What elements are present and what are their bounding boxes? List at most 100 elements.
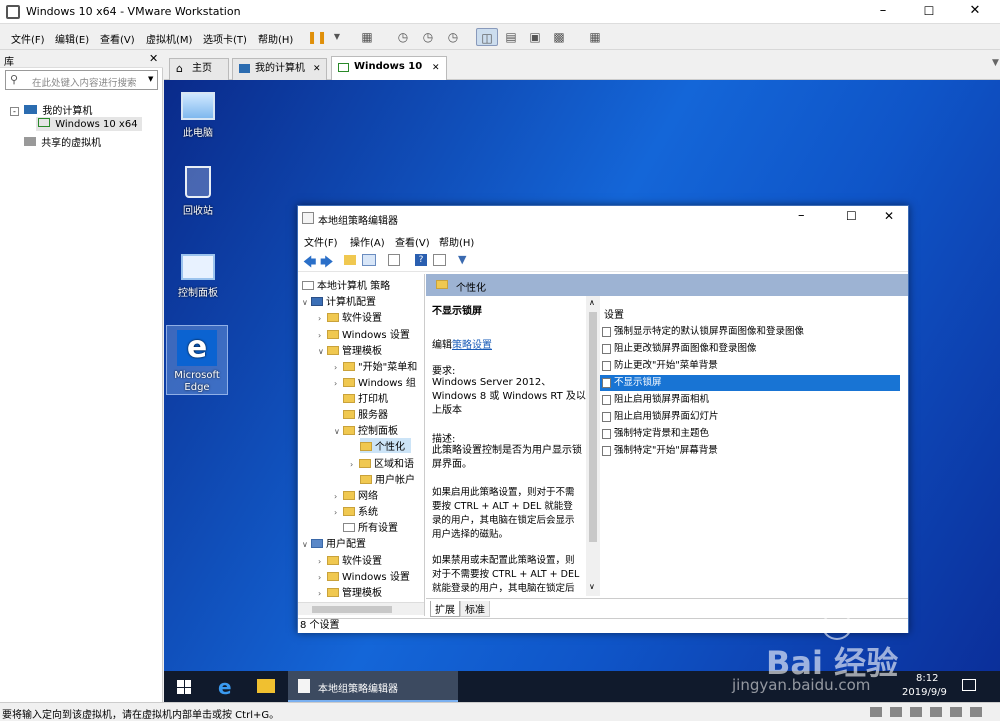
display-icon[interactable]	[950, 707, 962, 717]
tree-region[interactable]: › 区域和语	[350, 455, 414, 470]
forward-icon[interactable]: 🡆	[320, 253, 333, 275]
sound-icon[interactable]	[930, 707, 942, 717]
menu-file[interactable]: 文件(F)	[11, 31, 45, 46]
tree-software-settings[interactable]: › 软件设置	[318, 309, 382, 324]
gpedit-maximize-button[interactable]: ☐	[846, 209, 857, 223]
help-icon[interactable]: ?	[415, 254, 427, 266]
back-icon[interactable]: 🡄	[303, 253, 316, 275]
start-icon[interactable]	[177, 680, 191, 694]
gpedit-menu-action[interactable]: 操作(A)	[350, 234, 385, 249]
tree-my-computer[interactable]: - 我的计算机	[10, 102, 92, 117]
gpedit-minimize-button[interactable]: –	[798, 208, 805, 223]
collapsed-icon[interactable]: ›	[334, 508, 343, 517]
collapsed-icon[interactable]: ›	[318, 331, 327, 340]
chevron-down-icon[interactable]: ▼	[148, 75, 153, 83]
scroll-thumb[interactable]	[312, 606, 392, 613]
collapsed-icon[interactable]: ›	[318, 557, 327, 566]
tab-home[interactable]: ⌂ 主页	[169, 58, 229, 80]
desktop-icon-control-panel[interactable]: 控制面板	[168, 248, 228, 299]
usb-icon[interactable]	[910, 707, 922, 717]
tab-windows10[interactable]: Windows 10 x64 ✕	[331, 56, 447, 92]
setting-row[interactable]: 防止更改"开始"菜单背景	[600, 358, 900, 374]
tree-user-admin[interactable]: › 管理模板	[318, 584, 382, 599]
tree-admin-templates[interactable]: ∨ 管理模板	[318, 342, 382, 357]
pause-icon[interactable]: ❚❚	[306, 28, 328, 46]
expanded-icon[interactable]: ∨	[302, 298, 311, 307]
message-icon[interactable]	[970, 707, 982, 717]
properties-icon[interactable]	[433, 254, 446, 266]
edge-taskbar-icon[interactable]: e	[218, 675, 232, 699]
setting-row-selected[interactable]: 不显示锁屏	[600, 375, 900, 391]
library-close-icon[interactable]: ✕	[149, 52, 158, 65]
minimize-button[interactable]: –	[860, 0, 906, 24]
collapsed-icon[interactable]: ›	[350, 460, 359, 469]
menu-view[interactable]: 查看(V)	[100, 31, 135, 46]
maximize-button[interactable]: ☐	[906, 0, 952, 24]
menu-edit[interactable]: 编辑(E)	[55, 31, 89, 46]
tree-computer-config[interactable]: ∨ 计算机配置	[302, 293, 376, 308]
setting-row[interactable]: 阻止启用锁屏界面相机	[600, 392, 900, 408]
tree-start-menu[interactable]: › "开始"菜单和	[334, 358, 417, 373]
tree-windows-settings[interactable]: › Windows 设置	[318, 326, 410, 341]
setting-row[interactable]: 强制特定背景和主题色	[600, 426, 900, 442]
full-screen-icon[interactable]: ▣	[524, 28, 546, 46]
up-folder-icon[interactable]	[344, 255, 356, 265]
unity-icon[interactable]: ▩	[548, 28, 570, 46]
thumbnail-bar-icon[interactable]: ▤	[500, 28, 522, 46]
collapsed-icon[interactable]: ›	[334, 379, 343, 388]
settings-column-header[interactable]: 设置	[604, 306, 624, 321]
tabs-overflow-icon[interactable]: ▼	[992, 58, 999, 68]
tab-my-computer[interactable]: 我的计算机 ✕	[232, 58, 327, 80]
scroll-up-icon[interactable]: ∧	[589, 298, 595, 307]
export-list-icon[interactable]	[388, 254, 400, 266]
tree-user-software[interactable]: › 软件设置	[318, 552, 382, 567]
network-icon[interactable]	[890, 707, 902, 717]
tab-extended[interactable]: 扩展	[430, 601, 460, 617]
collapse-icon[interactable]: -	[10, 107, 19, 116]
snapshot-icon[interactable]: ◷	[392, 28, 414, 46]
edit-policy-link[interactable]: 策略设置	[452, 340, 492, 351]
tree-user-accounts[interactable]: 用户帐户	[360, 471, 415, 486]
collapsed-icon[interactable]: ›	[318, 314, 327, 323]
setting-row[interactable]: 阻止更改锁屏界面图像和登录图像	[600, 341, 900, 357]
file-explorer-icon[interactable]	[257, 679, 275, 693]
tree-shared-vms[interactable]: 共享的虚拟机	[24, 134, 101, 149]
description-vscrollbar[interactable]: ∧ ∨	[586, 296, 600, 596]
expanded-icon[interactable]: ∨	[302, 540, 311, 549]
gpedit-menu-file[interactable]: 文件(F)	[304, 234, 338, 249]
tree-all-settings[interactable]: 所有设置	[343, 519, 398, 534]
tree-user-windows[interactable]: › Windows 设置	[318, 568, 410, 583]
expanded-icon[interactable]: ∨	[334, 427, 343, 436]
collapsed-icon[interactable]: ›	[318, 589, 327, 598]
gpedit-menu-view[interactable]: 查看(V)	[395, 234, 430, 249]
tree-server[interactable]: 服务器	[343, 406, 388, 421]
tree-printers[interactable]: 打印机	[343, 390, 388, 405]
collapsed-icon[interactable]: ›	[334, 492, 343, 501]
filter-icon[interactable]: ▼	[458, 253, 466, 266]
tab-close-icon[interactable]: ✕	[313, 59, 321, 79]
menu-tabs[interactable]: 选项卡(T)	[203, 31, 247, 46]
snapshot-manager-icon[interactable]: ◷	[442, 28, 464, 46]
collapsed-icon[interactable]: ›	[334, 363, 343, 372]
library-search-input[interactable]: ⚲ 在此处键入内容进行搜索 ▼	[5, 70, 158, 90]
scroll-down-icon[interactable]: ∨	[589, 582, 595, 591]
taskbar-app-gpedit[interactable]: 本地组策略编辑器	[288, 671, 458, 702]
gpedit-menu-help[interactable]: 帮助(H)	[439, 234, 474, 249]
tree-hscrollbar[interactable]	[298, 602, 424, 615]
tab-close-icon[interactable]: ✕	[432, 58, 440, 78]
show-hide-tree-icon[interactable]	[362, 254, 376, 266]
setting-row[interactable]: 阻止启用锁屏界面幻灯片	[600, 409, 900, 425]
desktop-icon-this-pc[interactable]: 此电脑	[168, 88, 228, 139]
desktop-icon-recycle-bin[interactable]: 回收站	[168, 166, 228, 217]
tree-windows-components[interactable]: › Windows 组	[334, 374, 416, 389]
close-button[interactable]: ✕	[952, 0, 998, 24]
setting-row[interactable]: 强制显示特定的默认锁屏界面图像和登录图像	[600, 324, 900, 340]
expanded-icon[interactable]: ∨	[318, 347, 327, 356]
tree-control-panel[interactable]: ∨ 控制面板	[334, 422, 398, 437]
tree-root[interactable]: 本地计算机 策略	[302, 277, 390, 292]
collapsed-icon[interactable]: ›	[318, 573, 327, 582]
console-view-icon[interactable]: ▦	[584, 28, 606, 46]
chevron-down-icon[interactable]: ▼	[326, 28, 348, 46]
menu-vm[interactable]: 虚拟机(M)	[146, 31, 192, 46]
setting-row[interactable]: 强制特定"开始"屏幕背景	[600, 443, 900, 459]
